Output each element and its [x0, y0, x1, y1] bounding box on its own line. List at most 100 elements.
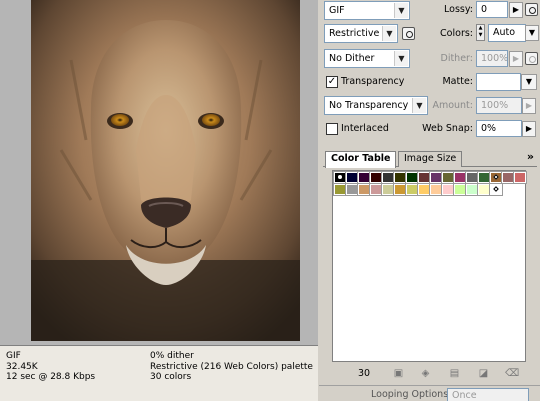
lock-icon[interactable]: ▤ — [449, 368, 460, 379]
dither-mask-button[interactable] — [525, 52, 538, 65]
color-swatch[interactable] — [345, 183, 359, 196]
amount-slider-button[interactable]: ▶ — [522, 98, 536, 114]
color-swatch[interactable] — [333, 183, 347, 196]
lossy-slider-button[interactable]: ▶ — [509, 2, 523, 18]
transparency-dither-value: No Transparency ... — [329, 100, 421, 111]
color-swatch[interactable] — [333, 171, 347, 184]
matte-color-swatch[interactable] — [476, 73, 521, 91]
color-swatch[interactable] — [357, 171, 371, 184]
color-swatch[interactable] — [453, 171, 467, 184]
chevron-down-icon: ▼ — [394, 3, 408, 18]
looping-options-select[interactable]: Once — [447, 388, 529, 401]
looping-options-value: Once — [452, 390, 477, 401]
triangle-right-icon: ▶ — [512, 5, 520, 14]
transparency-label: Transparency — [341, 76, 405, 87]
color-swatch[interactable] — [477, 171, 491, 184]
color-swatch[interactable] — [441, 183, 455, 196]
websnap-input[interactable]: 0% — [476, 120, 522, 137]
color-swatch[interactable] — [381, 183, 395, 196]
optimization-info: GIF 32.45K 12 sec @ 28.8 Kbps 0% dither … — [0, 345, 318, 401]
preview-canvas — [0, 0, 318, 345]
color-swatch[interactable] — [393, 183, 407, 196]
color-swatch[interactable] — [381, 171, 395, 184]
color-swatch[interactable] — [489, 183, 503, 196]
dither-amount-input[interactable]: 100% — [476, 50, 508, 67]
color-swatch[interactable] — [369, 183, 383, 196]
color-swatch[interactable] — [417, 171, 431, 184]
color-swatch[interactable] — [405, 171, 419, 184]
format-select[interactable]: GIF ▼ — [324, 1, 410, 20]
preview-pane: GIF 32.45K 12 sec @ 28.8 Kbps 0% dither … — [0, 0, 318, 401]
color-swatch[interactable] — [417, 183, 431, 196]
info-dither: 0% dither — [150, 351, 194, 361]
trash-icon[interactable]: ⌫ — [505, 368, 519, 379]
chevron-down-icon: ▼ — [412, 98, 426, 113]
info-download-time: 12 sec @ 28.8 Kbps — [6, 372, 96, 382]
panel-tabs: Color Table Image Size — [323, 151, 537, 168]
tab-color-table[interactable]: Color Table — [325, 151, 397, 168]
color-swatch[interactable] — [357, 183, 371, 196]
amount-input[interactable]: 100% — [476, 97, 522, 114]
amount-label: Amount: — [432, 100, 473, 111]
color-swatch[interactable] — [393, 171, 407, 184]
looping-options-label: Looping Options: — [371, 389, 452, 400]
web-safe-marker-icon — [493, 174, 499, 180]
transparent-marker-icon — [338, 175, 342, 179]
colors-value: Auto — [493, 27, 516, 38]
color-table-toolbar: 30 ▣ ◈ ▤ ◪ ⌫ — [319, 363, 540, 385]
color-swatch[interactable] — [465, 171, 479, 184]
dither-amount-slider-button[interactable]: ▶ — [509, 51, 523, 67]
colors-label: Colors: — [440, 28, 473, 39]
color-swatch[interactable] — [429, 171, 443, 184]
matte-dropdown-button[interactable]: ▼ — [521, 74, 537, 90]
new-color-icon[interactable]: ◪ — [478, 368, 489, 379]
dither-amount-label: Dither: — [440, 53, 474, 64]
colors-select[interactable]: Auto — [488, 24, 526, 42]
color-swatch[interactable] — [465, 183, 479, 196]
triangle-right-icon: ▶ — [512, 54, 520, 63]
websnap-label: Web Snap: — [422, 123, 473, 134]
info-palette: Restrictive (216 Web Colors) palette — [150, 361, 313, 372]
info-format: GIF — [6, 351, 21, 361]
matte-label: Matte: — [442, 76, 473, 87]
colors-dropdown-button[interactable]: ▼ — [525, 25, 539, 41]
palette-select[interactable]: Restrictive (... ▼ — [324, 24, 398, 43]
lossy-mask-button[interactable] — [525, 3, 538, 16]
looping-options-row: Looping Options: Once — [319, 385, 540, 401]
web-snap-icon[interactable]: ▣ — [393, 368, 404, 379]
color-swatch[interactable] — [513, 171, 527, 184]
color-swatch[interactable] — [489, 171, 503, 184]
color-swatch[interactable] — [405, 183, 419, 196]
lossy-label: Lossy: — [444, 4, 473, 15]
info-left: GIF 32.45K 12 sec @ 28.8 Kbps — [6, 351, 95, 383]
palette-mask-button[interactable] — [402, 27, 415, 40]
color-swatch[interactable] — [369, 171, 383, 184]
dither-amount-value: 100% — [481, 53, 508, 64]
lion-preview-image[interactable] — [31, 0, 300, 341]
colors-stepper[interactable]: ▲ ▼ — [476, 24, 485, 41]
lossy-input[interactable]: 0 — [476, 1, 508, 18]
interlaced-checkbox[interactable] — [326, 123, 338, 135]
dither-select[interactable]: No Dither ▼ — [324, 49, 410, 68]
color-table-grid[interactable] — [332, 170, 527, 362]
color-swatch[interactable] — [345, 171, 359, 184]
websnap-value: 0% — [481, 123, 497, 134]
color-swatch[interactable] — [429, 183, 443, 196]
color-swatch[interactable] — [441, 171, 455, 184]
triangle-right-icon: ▶ — [525, 124, 533, 133]
color-count: 30 — [358, 368, 371, 379]
websnap-slider-button[interactable]: ▶ — [522, 121, 536, 137]
dither-value: No Dither — [329, 53, 375, 64]
color-swatch[interactable] — [501, 171, 515, 184]
transparency-dither-select[interactable]: No Transparency ... ▼ — [324, 96, 428, 115]
panel-menu-icon[interactable]: » — [527, 150, 534, 163]
chevron-down-icon: ▼ — [382, 26, 396, 41]
web-safe-marker-icon — [493, 186, 499, 192]
chevron-down-icon: ▼ — [525, 77, 533, 86]
info-file-size: 32.45K — [6, 361, 38, 372]
transparency-checkbox[interactable]: ✓ — [326, 76, 338, 88]
color-swatch[interactable] — [453, 183, 467, 196]
color-swatch[interactable] — [477, 183, 491, 196]
tab-image-size[interactable]: Image Size — [398, 151, 463, 167]
cube-icon[interactable]: ◈ — [420, 368, 431, 379]
